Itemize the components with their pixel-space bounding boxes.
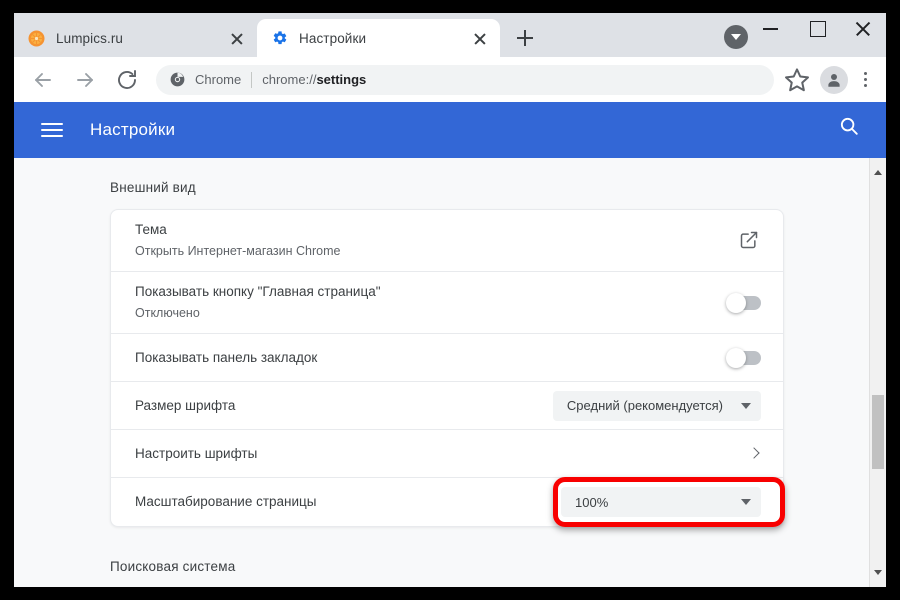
omnibox-url-prefix: chrome://: [262, 72, 317, 87]
settings-row-customize-fonts[interactable]: Настроить шрифты: [111, 430, 783, 478]
settings-content-area: Внешний вид Тема Открыть Интернет-магази…: [14, 158, 886, 587]
page-zoom-value: 100%: [575, 494, 609, 510]
chevron-down-icon: [741, 499, 751, 505]
appearance-settings-card: Тема Открыть Интернет-магазин Chrome Пок…: [110, 209, 784, 527]
reload-icon[interactable]: [111, 64, 143, 96]
orange-circle-favicon: [28, 30, 45, 47]
vertical-scrollbar[interactable]: [869, 158, 886, 587]
omnibox-separator: [251, 71, 253, 88]
row-sublabel: Отключено: [135, 306, 200, 320]
settings-row-page-zoom[interactable]: Масштабирование страницы 100%: [111, 478, 783, 526]
window-controls: [748, 13, 886, 57]
search-icon[interactable]: [838, 115, 868, 145]
star-icon[interactable]: [782, 65, 812, 95]
row-label: Размер шрифта: [135, 397, 236, 413]
settings-scroll-content: Внешний вид Тема Открыть Интернет-магази…: [14, 158, 869, 587]
toggle-show-bookmarks-bar[interactable]: [726, 347, 761, 368]
menu-dot: [863, 71, 867, 75]
hamburger-bar: [41, 135, 63, 138]
scroll-up-arrow[interactable]: [870, 164, 886, 181]
toggle-knob: [726, 292, 746, 313]
forward-arrow-icon[interactable]: [69, 64, 101, 96]
close-tab-icon[interactable]: [227, 28, 247, 48]
section-title-appearance: Внешний вид: [110, 180, 196, 195]
toggle-knob: [726, 347, 746, 368]
menu-dot: [863, 77, 867, 82]
settings-row-theme[interactable]: Тема Открыть Интернет-магазин Chrome: [111, 210, 783, 272]
hamburger-bar: [41, 123, 63, 126]
page-title: Настройки: [90, 120, 176, 139]
browser-window: Lumpics.ru Настройки Chrome chrome://set…: [14, 13, 886, 587]
address-bar[interactable]: Chrome chrome://settings: [156, 64, 774, 95]
menu-dot: [863, 84, 867, 88]
scroll-thumb[interactable]: [872, 395, 884, 469]
new-tab-button[interactable]: [510, 23, 540, 53]
row-label: Тема: [135, 222, 167, 237]
section-title-search-engine: Поисковая система: [110, 559, 236, 574]
tab-title: Настройки: [299, 30, 367, 46]
settings-row-show-home-button[interactable]: Показывать кнопку "Главная страница" Отк…: [111, 272, 783, 334]
row-label: Масштабирование страницы: [135, 494, 317, 509]
page-zoom-select[interactable]: 100%: [561, 487, 761, 517]
row-label: Настроить шрифты: [135, 445, 258, 461]
browser-tab-lumpics[interactable]: Lumpics.ru: [14, 19, 257, 57]
chrome-icon: [169, 72, 185, 88]
row-labels: Настроить шрифты: [135, 434, 747, 474]
hamburger-bar: [41, 129, 63, 132]
external-link-icon[interactable]: [739, 230, 761, 252]
row-labels: Показывать панель закладок: [135, 338, 727, 378]
tab-title: Lumpics.ru: [56, 30, 124, 46]
chevron-down-icon: [741, 402, 751, 409]
minimize-window-button[interactable]: [748, 13, 794, 43]
tab-strip: Lumpics.ru Настройки: [14, 13, 886, 57]
back-arrow-icon[interactable]: [27, 64, 59, 96]
close-tab-icon[interactable]: [470, 28, 490, 48]
row-labels: Размер шрифта: [135, 386, 553, 426]
omnibox-url: chrome://settings: [262, 72, 366, 87]
omnibox-scheme-label: Chrome: [195, 72, 242, 87]
settings-row-font-size[interactable]: Размер шрифта Средний (рекомендуется): [111, 382, 783, 430]
row-labels: Масштабирование страницы: [135, 482, 561, 522]
omnibox-url-bold: settings: [316, 72, 367, 87]
row-sublabel: Открыть Интернет-магазин Chrome: [135, 244, 341, 258]
screenshot-root: Lumpics.ru Настройки Chrome chrome://set…: [0, 0, 900, 600]
avatar[interactable]: [820, 65, 848, 94]
row-label: Показывать панель закладок: [135, 349, 318, 365]
font-size-select[interactable]: Средний (рекомендуется): [552, 390, 761, 421]
maximize-window-button[interactable]: [794, 13, 840, 43]
close-window-button[interactable]: [840, 13, 886, 43]
settings-header: Настройки: [14, 102, 886, 158]
font-size-value: Средний (рекомендуется): [566, 398, 723, 413]
scroll-down-arrow[interactable]: [870, 564, 886, 581]
chevron-right-icon[interactable]: [747, 447, 761, 461]
row-label: Показывать кнопку "Главная страница": [135, 284, 381, 299]
three-dot-menu-icon[interactable]: [852, 65, 878, 95]
browser-toolbar: Chrome chrome://settings: [14, 57, 886, 102]
hamburger-icon[interactable]: [40, 118, 64, 142]
settings-row-show-bookmarks-bar[interactable]: Показывать панель закладок: [111, 334, 783, 382]
row-labels: Тема Открыть Интернет-магазин Chrome: [135, 210, 739, 271]
toggle-show-home-button[interactable]: [726, 292, 761, 313]
row-labels: Показывать кнопку "Главная страница" Отк…: [135, 272, 727, 333]
browser-tab-settings[interactable]: Настройки: [257, 19, 500, 57]
gear-icon: [271, 30, 288, 47]
download-icon[interactable]: [724, 25, 748, 49]
